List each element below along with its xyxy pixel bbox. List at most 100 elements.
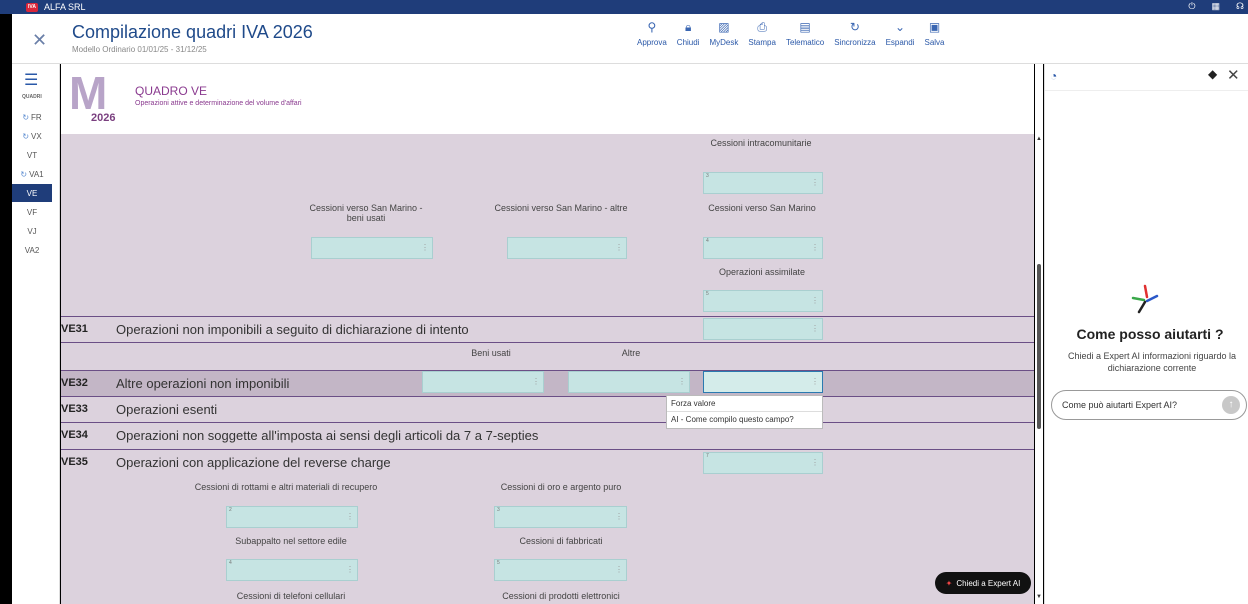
field-menu-icon[interactable]: ⋮ bbox=[811, 243, 819, 252]
label-subappalto: Subappalto nel settore edile bbox=[235, 536, 347, 546]
quadro-header: M 2026 QUADRO VE Operazioni attive e det… bbox=[61, 64, 1034, 134]
field-subappalto[interactable]: 4 ⋮ bbox=[226, 559, 358, 581]
send-arrow-icon[interactable]: ↑ bbox=[1222, 396, 1240, 414]
sidebar-item-ve[interactable]: VE bbox=[12, 184, 52, 202]
sidebar-item-va2[interactable]: VA2 bbox=[12, 241, 52, 259]
row-code: VE33 bbox=[61, 403, 88, 415]
field-menu-icon[interactable]: ⋮ bbox=[678, 377, 686, 386]
window-titlebar: IVA ALFA SRL ⏻ ▦ ☊ bbox=[0, 0, 1248, 14]
ask-expert-ai-button[interactable]: ✦ Chiedi a Expert AI bbox=[935, 572, 1031, 594]
field-menu-icon[interactable]: ⋮ bbox=[615, 243, 623, 252]
toolbar-sincronizza-button[interactable]: ↻ Sincronizza bbox=[829, 20, 880, 47]
titlebar-controls: ⏻ ▦ ☊ bbox=[1188, 1, 1244, 12]
toolbar-salva-button[interactable]: ▣ Salva bbox=[919, 20, 949, 47]
field-menu-icon[interactable]: ⋮ bbox=[532, 377, 540, 386]
field-ve35[interactable]: 7 ⋮ bbox=[703, 452, 823, 474]
doc-icon: ▤ bbox=[799, 20, 811, 34]
sidebar-item-vj[interactable]: VJ bbox=[12, 222, 52, 240]
field-ve32-beni-usati[interactable]: ⋮ bbox=[422, 371, 544, 393]
scroll-down-icon[interactable]: ▼ bbox=[1036, 594, 1042, 600]
sync-icon: ↻ bbox=[20, 169, 28, 179]
company-name: ALFA SRL bbox=[44, 2, 86, 12]
sync-icon: ↻ bbox=[22, 131, 30, 141]
field-menu-icon[interactable]: ⋮ bbox=[615, 512, 623, 521]
expert-ai-panel: ◔ ◆ ✕ Come posso aiutarti ? Chiedi a Exp… bbox=[1044, 64, 1248, 604]
field-menu-icon[interactable]: ⋮ bbox=[346, 512, 354, 521]
field-ve32-total[interactable]: ⋮ bbox=[703, 371, 823, 393]
toolbar: ⚲ Approva 🔒︎ Chiudi ▨ MyDesk ⎙ Stampa ▤ Telematic… bbox=[632, 20, 950, 47]
label-operazioni-assimilate: Operazioni assimilate bbox=[718, 267, 806, 277]
sidebar-item-fr[interactable]: ↻ FR bbox=[12, 108, 52, 126]
field-menu-icon[interactable]: ⋮ bbox=[615, 565, 623, 574]
row-code: VE34 bbox=[61, 429, 88, 441]
scrollbar-thumb[interactable] bbox=[1037, 264, 1041, 429]
quadro-content: M 2026 QUADRO VE Operazioni attive e det… bbox=[61, 64, 1034, 604]
quadri-sidebar: ☰ QUADRI ↻ FR ↻ VX VT ↻ VA1 VE VF VJ VA2 bbox=[12, 64, 60, 604]
sidebar-item-vt[interactable]: VT bbox=[12, 146, 52, 164]
content-scrollbar[interactable]: ▲ ▼ bbox=[1035, 64, 1043, 604]
assistant-text: Chiedi a Expert AI informazioni riguardo… bbox=[1067, 351, 1237, 373]
row-ve32: VE32 Altre operazioni non imponibili bbox=[61, 370, 1034, 396]
toolbar-stampa-button[interactable]: ⎙ Stampa bbox=[743, 20, 781, 47]
scroll-up-icon[interactable]: ▲ bbox=[1036, 136, 1042, 142]
row-ve35: VE35 Operazioni con applicazione del rev… bbox=[61, 449, 1034, 475]
field-menu-icon[interactable]: ⋮ bbox=[346, 565, 354, 574]
lock-icon: 🔒︎ bbox=[684, 20, 692, 34]
row-ve33: VE33 Operazioni esenti bbox=[61, 396, 1034, 422]
label-telefoni: Cessioni di telefoni cellulari bbox=[236, 591, 346, 601]
toolbar-telematico-button[interactable]: ▤ Telematico bbox=[781, 20, 829, 47]
toolbar-chiudi-button[interactable]: 🔒︎ Chiudi bbox=[672, 20, 705, 47]
field-sm-beni-usati[interactable]: ⋮ bbox=[311, 237, 433, 259]
toolbar-approva-button[interactable]: ⚲ Approva bbox=[632, 20, 672, 47]
headset-icon[interactable]: ☊ bbox=[1236, 1, 1244, 12]
field-menu-icon[interactable]: ⋮ bbox=[811, 324, 819, 333]
field-menu-icon[interactable]: ⋮ bbox=[811, 377, 819, 386]
sync-icon: ↻ bbox=[849, 20, 860, 34]
row-description: Operazioni esenti bbox=[116, 402, 218, 417]
row-description: Operazioni non soggette all'imposta ai s… bbox=[116, 428, 539, 443]
field-menu-icon[interactable]: ⋮ bbox=[811, 296, 819, 305]
field-operazioni-assimilate[interactable]: 5 ⋮ bbox=[703, 290, 823, 312]
label-sm-beni-usati: Cessioni verso San Marino - beni usati bbox=[309, 203, 423, 223]
calendar-icon[interactable]: ▦ bbox=[1211, 1, 1220, 12]
field-context-menu: Forza valore AI - Come compilo questo ca… bbox=[666, 395, 823, 429]
close-panel-icon[interactable]: ✕ bbox=[1227, 66, 1240, 84]
label-sm: Cessioni verso San Marino bbox=[708, 203, 816, 213]
field-ve32-altre[interactable]: ⋮ bbox=[568, 371, 690, 393]
gauge-icon[interactable]: ◔ bbox=[1050, 69, 1057, 83]
field-fabbricati[interactable]: 5 ⋮ bbox=[494, 559, 627, 581]
label-sm-altre: Cessioni verso San Marino - altre bbox=[494, 203, 628, 213]
quadro-title: QUADRO VE bbox=[135, 84, 208, 98]
eraser-icon[interactable]: ◆ bbox=[1208, 67, 1217, 81]
toolbar-espandi-button[interactable]: ⌄ Espandi bbox=[881, 20, 920, 47]
menu-item-forza-valore[interactable]: Forza valore bbox=[667, 396, 822, 411]
field-menu-icon[interactable]: ⋮ bbox=[421, 243, 429, 252]
row-description: Operazioni non imponibili a seguito di d… bbox=[116, 322, 469, 337]
expert-ai-logo-icon bbox=[1131, 284, 1159, 314]
row-code: VE35 bbox=[61, 456, 88, 468]
field-ve31[interactable]: ⋮ bbox=[703, 318, 823, 340]
user-check-icon: ⚲ bbox=[647, 20, 657, 34]
iva-logo: M 2026 bbox=[69, 67, 119, 126]
close-icon[interactable]: ✕ bbox=[32, 30, 47, 51]
menu-item-ai-help[interactable]: AI - Come compilo questo campo? bbox=[667, 411, 822, 427]
label-elettronici: Cessioni di prodotti elettronici bbox=[502, 591, 620, 601]
field-sm[interactable]: 4 ⋮ bbox=[703, 237, 823, 259]
iva-logo-year: 2026 bbox=[91, 112, 116, 124]
assistant-input[interactable]: Come può aiutarti Expert AI? ↑ bbox=[1051, 390, 1247, 420]
power-icon[interactable]: ⏻ bbox=[1188, 1, 1195, 12]
sidebar-item-va1[interactable]: ↻ VA1 bbox=[12, 165, 52, 183]
sidebar-title: QUADRI bbox=[22, 94, 42, 100]
field-sm-altre[interactable]: ⋮ bbox=[507, 237, 627, 259]
sidebar-item-vf[interactable]: VF bbox=[12, 203, 52, 221]
label-oro: Cessioni di oro e argento puro bbox=[500, 482, 622, 492]
field-menu-icon[interactable]: ⋮ bbox=[811, 458, 819, 467]
field-cessioni-intracomunitarie[interactable]: 3 ⋮ bbox=[703, 172, 823, 194]
sidebar-item-vx[interactable]: ↻ VX bbox=[12, 127, 52, 145]
hamburger-menu-icon[interactable]: ☰ bbox=[24, 70, 38, 90]
sync-icon: ↻ bbox=[22, 112, 30, 122]
field-menu-icon[interactable]: ⋮ bbox=[811, 178, 819, 187]
field-oro[interactable]: 3 ⋮ bbox=[494, 506, 627, 528]
toolbar-mydesk-button[interactable]: ▨ MyDesk bbox=[704, 20, 743, 47]
field-rottami[interactable]: 2 ⋮ bbox=[226, 506, 358, 528]
